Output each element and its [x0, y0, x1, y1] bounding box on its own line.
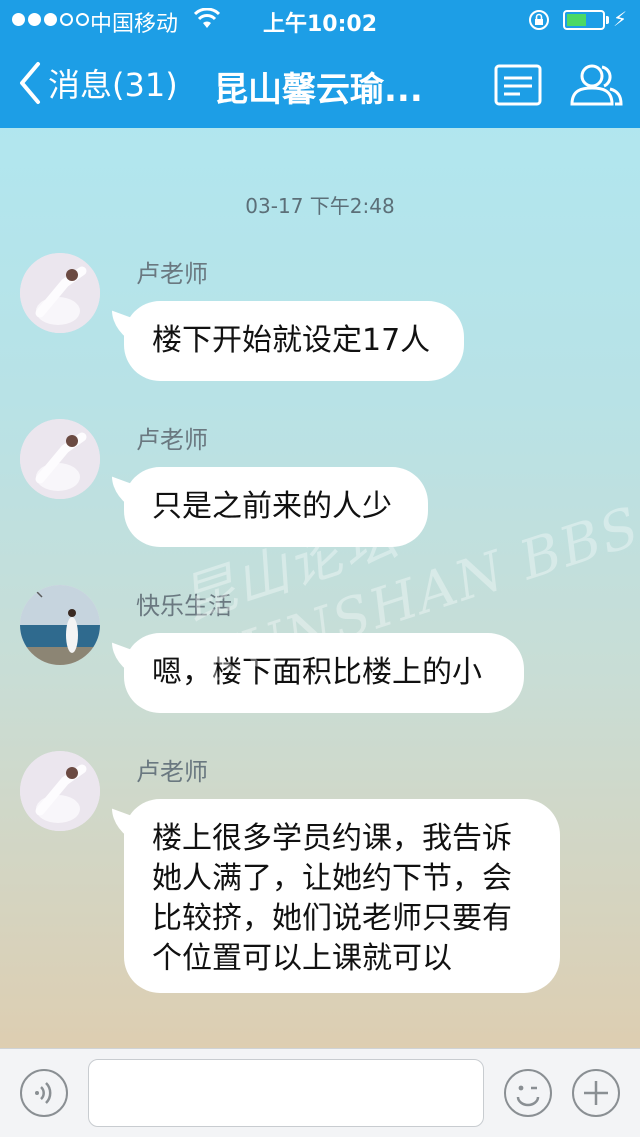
battery-level	[567, 14, 586, 26]
avatar-image	[20, 751, 100, 831]
voice-button[interactable]	[20, 1069, 68, 1117]
sender-name: 卢老师	[136, 260, 208, 288]
plus-icon	[584, 1081, 608, 1105]
group-members-icon[interactable]	[568, 60, 624, 108]
back-button[interactable]: 消息(31)	[16, 60, 178, 106]
chevron-left-icon	[20, 62, 40, 104]
emoji-button[interactable]	[504, 1069, 552, 1117]
navigation-bar: 消息(31) 昆山馨云瑜...	[0, 40, 640, 128]
avatar-image	[20, 585, 100, 665]
message-timestamp: 03-17 下午2:48	[245, 194, 395, 218]
message-bubble[interactable]: 楼下开始就设定17人	[124, 301, 464, 381]
status-bar: 中国移动 上午10:02 ⚡	[0, 0, 640, 40]
avatar-image	[20, 253, 100, 333]
message-text: 楼上很多学员约课，我告诉她人满了，让她约下节，会比较挤，她们说老师只要有个位置可…	[152, 821, 512, 976]
emoji-icon	[516, 1085, 540, 1107]
avatar-image	[20, 419, 100, 499]
message-bubble[interactable]: 楼上很多学员约课，我告诉她人满了，让她约下节，会比较挤，她们说老师只要有个位置可…	[124, 799, 560, 993]
message-input[interactable]	[88, 1059, 484, 1127]
top-bar: 中国移动 上午10:02 ⚡ 消息(31) 昆山馨云瑜...	[0, 0, 640, 128]
sender-name: 卢老师	[136, 758, 208, 786]
back-label: 消息(31)	[48, 66, 178, 104]
avatar[interactable]	[20, 585, 100, 665]
more-button[interactable]	[572, 1069, 620, 1117]
voice-icon	[35, 1082, 52, 1104]
battery-icon	[563, 10, 605, 30]
battery-tip	[606, 16, 609, 24]
chat-title: 昆山馨云瑜...	[214, 70, 423, 110]
charging-bolt-icon: ⚡	[613, 7, 628, 31]
chat-history-icon[interactable]	[494, 64, 542, 106]
avatar[interactable]	[20, 253, 100, 333]
sender-name: 卢老师	[136, 426, 208, 454]
avatar[interactable]	[20, 419, 100, 499]
input-bar	[0, 1048, 640, 1137]
avatar[interactable]	[20, 751, 100, 831]
message-text: 楼下开始就设定17人	[152, 323, 431, 358]
rotation-lock-icon	[529, 10, 549, 30]
